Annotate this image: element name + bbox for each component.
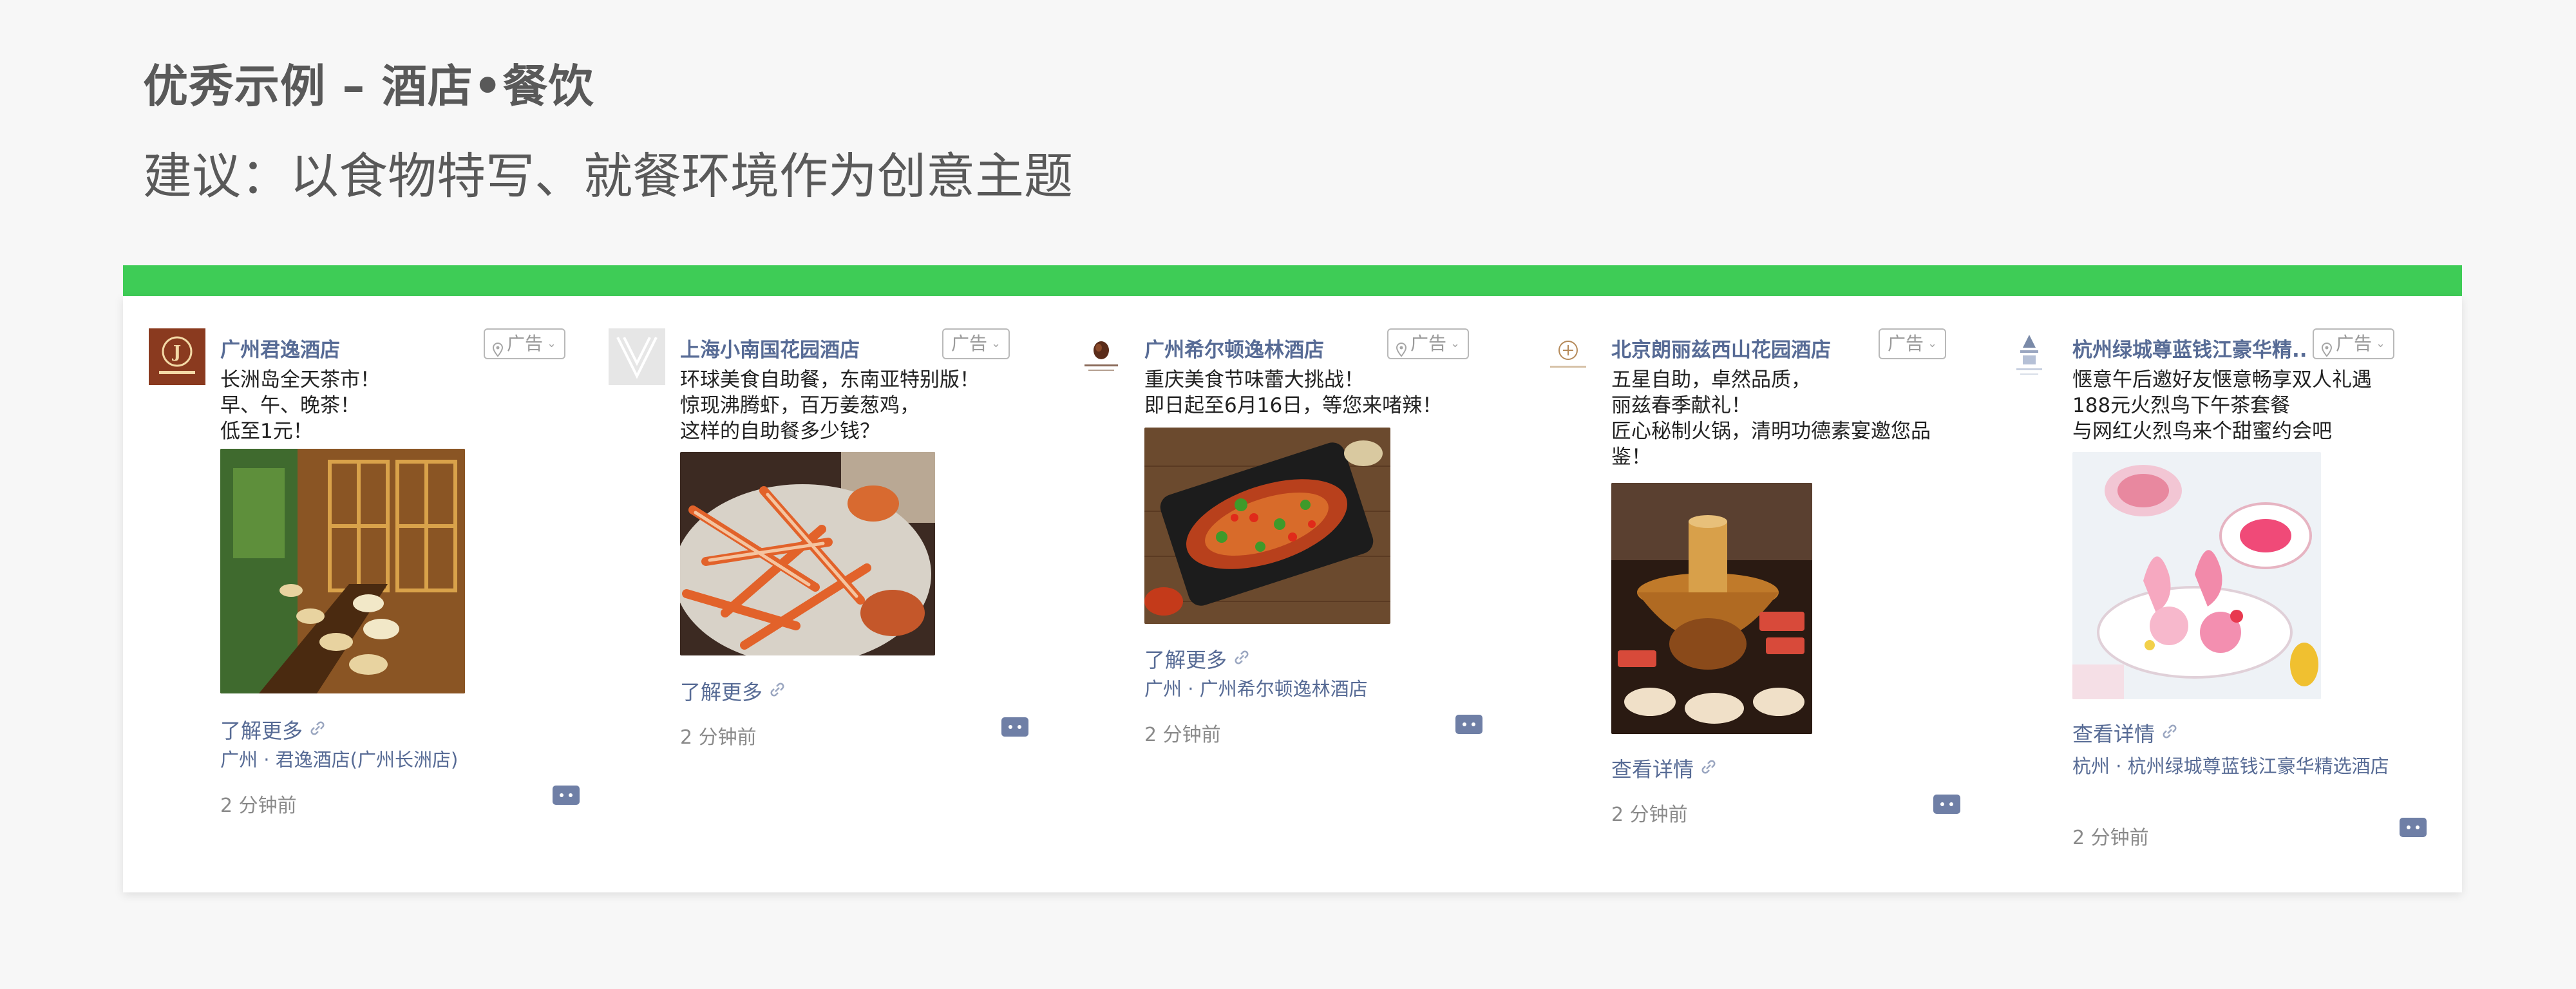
ad-copy-line: 惊现沸腾虾，百万姜葱鸡， <box>680 394 920 417</box>
ad-copy-line: 鉴！ <box>1611 446 1651 469</box>
ad-copy-line: 五星自助，卓然品质， <box>1611 368 1811 391</box>
more-link-label: 查看详情 <box>1611 757 1694 782</box>
more-link-label: 了解更多 <box>1144 648 1227 672</box>
ad-label-button[interactable]: 广告 ⌄ <box>2313 328 2395 359</box>
hotel-name[interactable]: 广州君逸酒店 <box>220 334 340 363</box>
ad-copy: 五星自助，卓然品质， 丽兹春季献礼！ 匠心秘制火锅，清明功德素宴邀您品 鉴！ <box>1611 367 1931 470</box>
location-link[interactable]: 广州 · 广州希尔顿逸林酒店 <box>1144 676 1368 702</box>
ad-label: 广告 <box>2336 333 2372 354</box>
ad-card: 北京朗丽兹西山花园酒店 广告 ⌄ 五星自助，卓然品质， 丽兹春季献礼！ 匠心秘制… <box>1540 328 1978 876</box>
crab-legs-photo[interactable] <box>680 452 935 655</box>
ad-copy: 长洲岛全天茶市！ 早、午、晚茶！ 低至1元！ <box>220 367 380 444</box>
ad-label-button[interactable]: 广告 ⌄ <box>484 328 566 359</box>
ad-label: 广告 <box>951 333 988 354</box>
ad-copy-line: 匠心秘制火锅，清明功德素宴邀您品 <box>1611 420 1931 443</box>
comment-icon[interactable] <box>2400 818 2427 837</box>
slide-title: 优秀示例 – 酒店•餐饮 <box>143 60 594 113</box>
chevron-down-icon: ⌄ <box>1927 337 1938 350</box>
view-details-link[interactable]: 查看详情 <box>1611 753 1717 783</box>
slide-subtitle: 建议：以食物特写、就餐环境作为创意主题 <box>143 147 1073 205</box>
link-icon <box>1700 756 1717 780</box>
location-link[interactable]: 广州 · 君逸酒店(广州长洲店) <box>220 747 458 773</box>
post-time: 2 分钟前 <box>1611 804 1688 826</box>
svg-text:J: J <box>172 343 181 362</box>
ad-copy-line: 惬意午后邀好友惬意畅享双人礼遇 <box>2072 368 2372 391</box>
ad-copy-line: 丽兹春季献礼！ <box>1611 394 1751 417</box>
location-pin-icon <box>2321 337 2333 357</box>
ad-copy-line: 低至1元！ <box>220 420 313 443</box>
afternoon-tea-photo[interactable] <box>2072 452 2321 699</box>
comment-icon[interactable] <box>553 786 580 805</box>
ad-copy-line: 重庆美食节味蕾大挑战！ <box>1144 368 1364 391</box>
hotel-name[interactable]: 广州希尔顿逸林酒店 <box>1144 334 1324 363</box>
link-icon <box>769 679 786 703</box>
ad-copy-line: 早、午、晚茶！ <box>220 394 360 417</box>
link-icon <box>309 717 326 742</box>
ad-label: 广告 <box>1410 333 1447 354</box>
ad-label: 广告 <box>1888 333 1924 354</box>
ad-card: 上海小南国花园酒店 广告 ⌄ 环球美食自助餐，东南亚特别版！ 惊现沸腾虾，百万姜… <box>609 328 1046 876</box>
location-pin-icon <box>492 337 504 357</box>
hotel-logo-icon[interactable] <box>1073 328 1130 385</box>
hotel-lobby-photo[interactable] <box>220 449 465 693</box>
ad-copy-line: 这样的自助餐多少钱？ <box>680 420 880 443</box>
hotel-logo-icon[interactable] <box>2001 328 2058 385</box>
ad-card: J 广州君逸酒店 广告 ⌄ 长洲岛全天茶市！ 早、午、晚茶！ 低至1元！ 了解更… <box>149 328 587 876</box>
more-link-label: 了解更多 <box>220 719 303 743</box>
chevron-down-icon: ⌄ <box>547 337 557 350</box>
ad-label-button[interactable]: 广告 ⌄ <box>1387 328 1470 359</box>
learn-more-link[interactable]: 了解更多 <box>220 715 326 744</box>
chevron-down-icon: ⌄ <box>991 337 1001 350</box>
comment-icon[interactable] <box>1001 717 1028 737</box>
ad-copy-line: 即日起至6月16日，等您来啫辣！ <box>1144 394 1443 417</box>
ad-label-button[interactable]: 广告 ⌄ <box>1879 328 1947 359</box>
ad-copy: 环球美食自助餐，东南亚特别版！ 惊现沸腾虾，百万姜葱鸡， 这样的自助餐多少钱？ <box>680 367 980 444</box>
ad-label: 广告 <box>507 333 544 354</box>
ad-copy-line: 长洲岛全天茶市！ <box>220 368 380 391</box>
ad-copy: 重庆美食节味蕾大挑战！ 即日起至6月16日，等您来啫辣！ <box>1144 367 1442 419</box>
learn-more-link[interactable]: 了解更多 <box>1144 644 1250 673</box>
post-time: 2 分钟前 <box>220 795 297 817</box>
hotel-name[interactable]: 上海小南国花园酒店 <box>680 334 860 363</box>
ad-card: 杭州绿城尊蓝钱江豪华精.. 广告 ⌄ 惬意午后邀好友惬意畅享双人礼遇 188元火… <box>2001 328 2445 876</box>
ad-copy-line: 188元火烈鸟下午茶套餐 <box>2072 394 2291 417</box>
chevron-down-icon: ⌄ <box>2376 337 2386 350</box>
comment-icon[interactable] <box>1933 795 1960 814</box>
grilled-fish-photo[interactable] <box>1144 428 1390 624</box>
ad-examples-panel: J 广州君逸酒店 广告 ⌄ 长洲岛全天茶市！ 早、午、晚茶！ 低至1元！ 了解更… <box>123 296 2462 892</box>
more-link-label: 了解更多 <box>680 680 763 704</box>
more-link-label: 查看详情 <box>2072 722 2155 746</box>
ad-copy: 惬意午后邀好友惬意畅享双人礼遇 188元火烈鸟下午茶套餐 与网红火烈鸟来个甜蜜约… <box>2072 367 2372 444</box>
hotel-logo-icon[interactable]: J <box>149 328 205 385</box>
post-time: 2 分钟前 <box>1144 724 1221 746</box>
link-icon <box>2161 721 2178 745</box>
post-time: 2 分钟前 <box>680 726 757 749</box>
link-icon <box>1233 646 1250 671</box>
chevron-down-icon: ⌄ <box>1450 337 1461 350</box>
post-time: 2 分钟前 <box>2072 827 2149 849</box>
hotel-logo-icon[interactable] <box>609 328 665 385</box>
ad-card: 广州希尔顿逸林酒店 广告 ⌄ 重庆美食节味蕾大挑战！ 即日起至6月16日，等您来… <box>1073 328 1511 876</box>
view-details-link[interactable]: 查看详情 <box>2072 718 2178 748</box>
hotpot-photo[interactable] <box>1611 483 1812 734</box>
location-link[interactable]: 杭州 · 杭州绿城尊蓝钱江豪华精选酒店 <box>2072 753 2420 779</box>
hotel-name[interactable]: 杭州绿城尊蓝钱江豪华精.. <box>2072 334 2307 363</box>
comment-icon[interactable] <box>1455 715 1482 734</box>
hotel-name[interactable]: 北京朗丽兹西山花园酒店 <box>1611 334 1831 363</box>
location-pin-icon <box>1396 337 1407 357</box>
learn-more-link[interactable]: 了解更多 <box>680 676 786 706</box>
ad-copy-line: 与网红火烈鸟来个甜蜜约会吧 <box>2072 420 2332 443</box>
accent-bar <box>123 265 2462 296</box>
ad-copy-line: 环球美食自助餐，东南亚特别版！ <box>680 368 980 391</box>
ad-label-button[interactable]: 广告 ⌄ <box>942 328 1010 359</box>
hotel-logo-icon[interactable] <box>1540 328 1596 385</box>
